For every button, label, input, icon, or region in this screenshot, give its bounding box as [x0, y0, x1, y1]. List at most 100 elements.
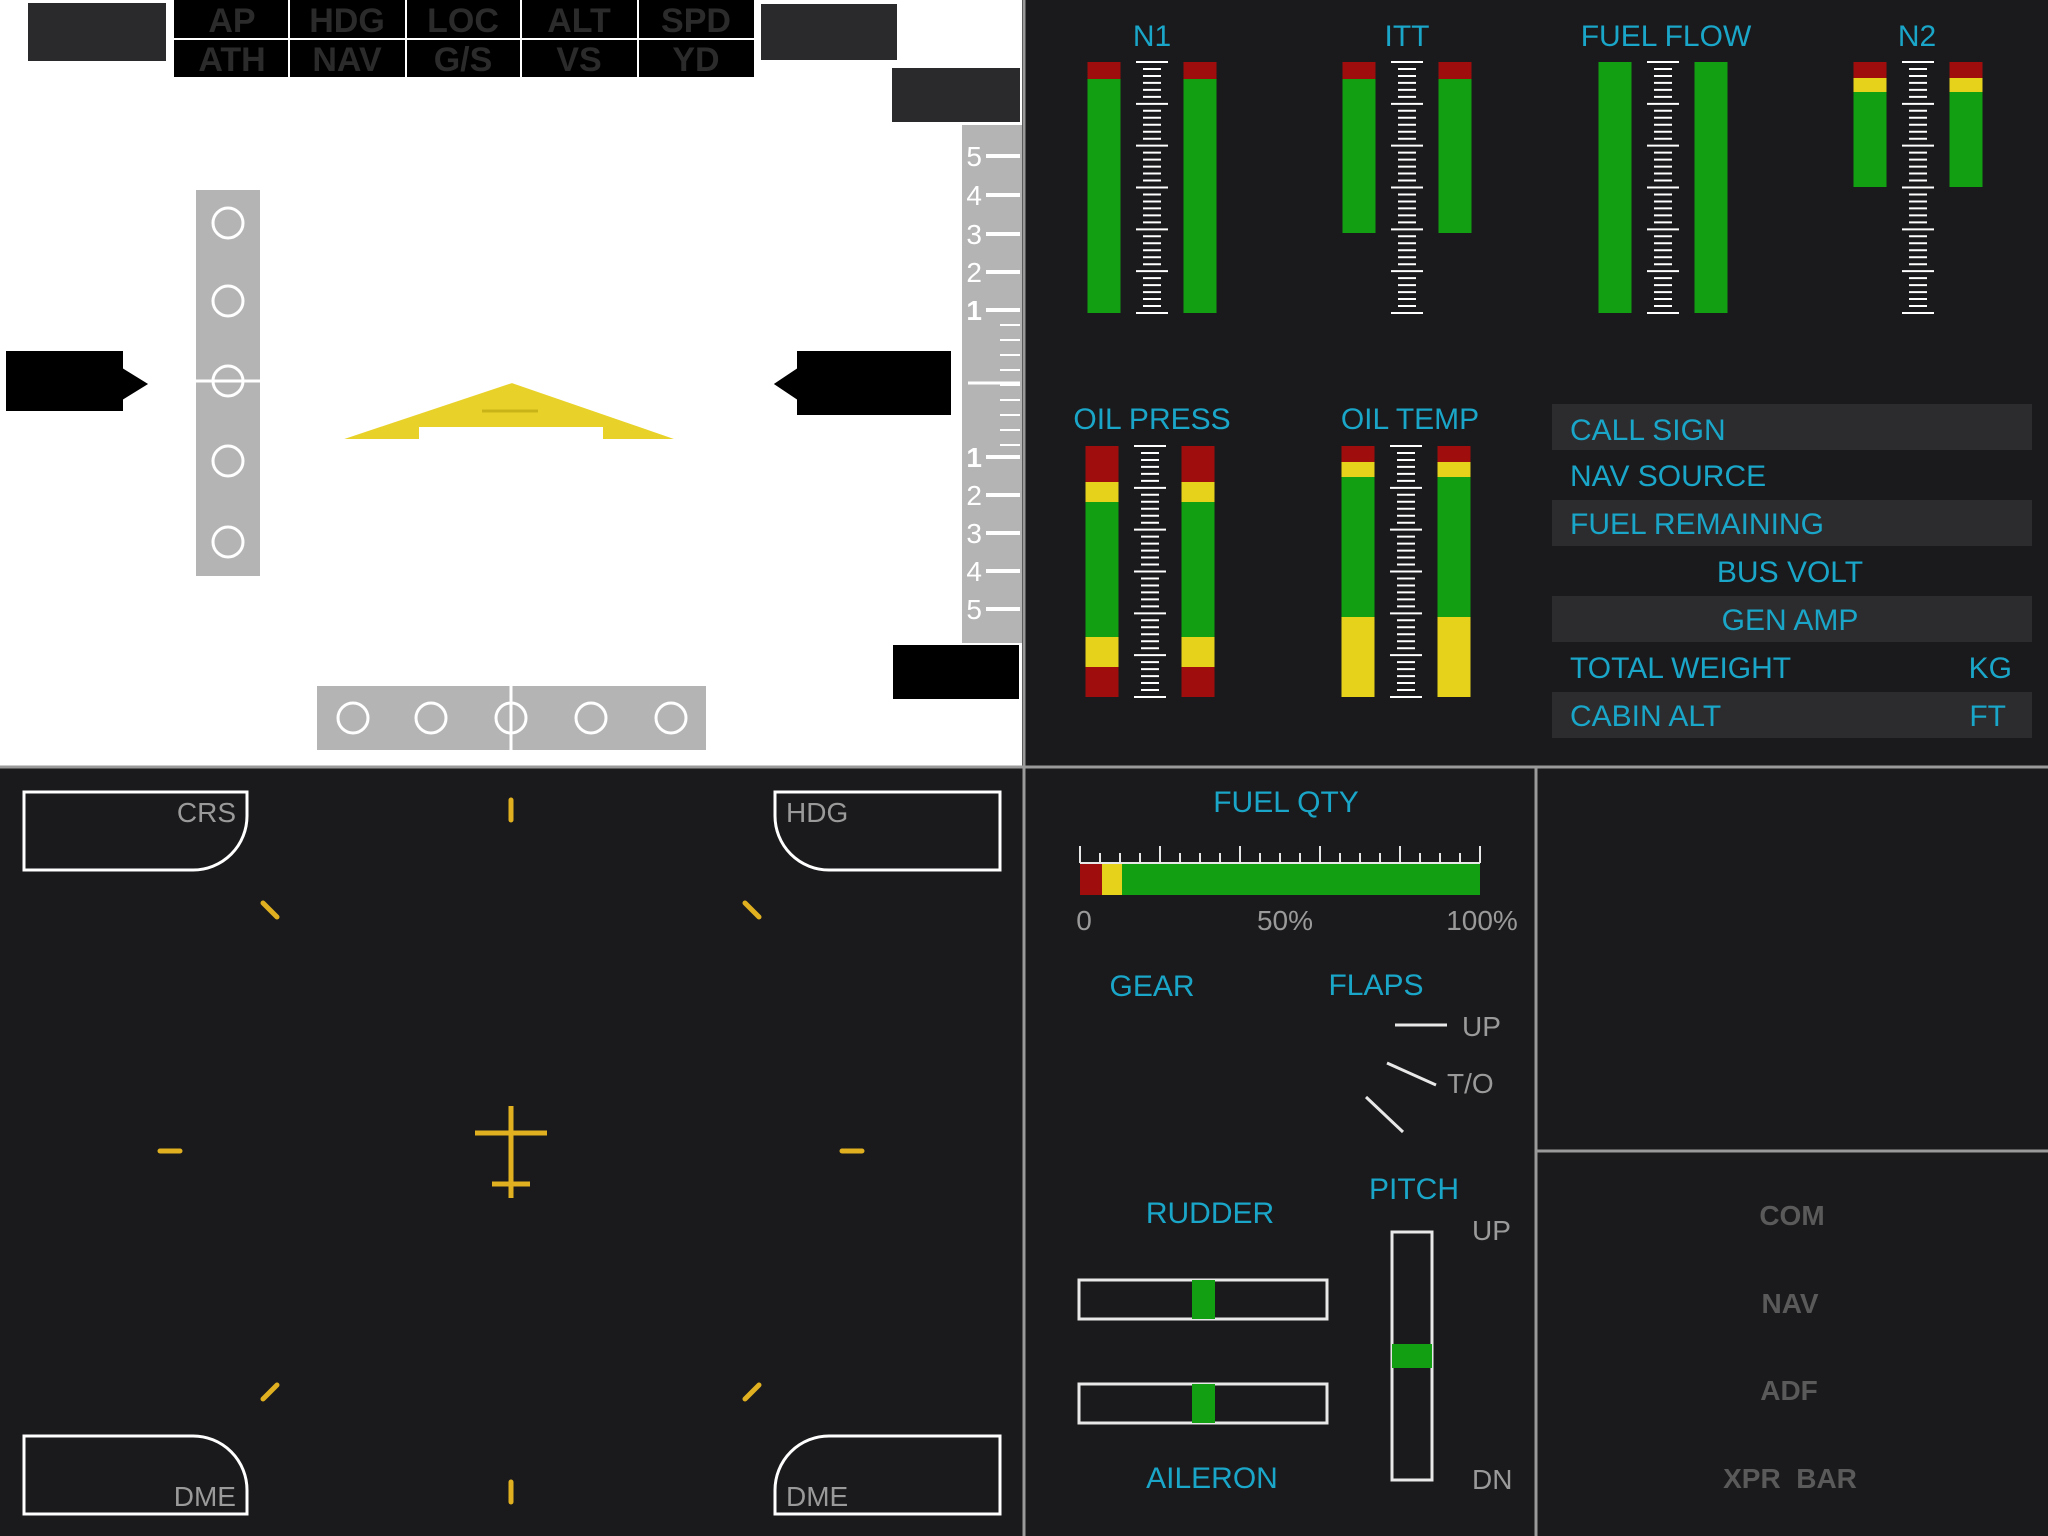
gauge-bar-green-right [1694, 62, 1728, 313]
gauge-bar-green-right [1437, 477, 1471, 617]
gauge-bar-green-right [1183, 79, 1217, 313]
glideslope-scale [196, 190, 260, 576]
gauge-n1-label: N1 [1133, 20, 1171, 53]
gauge-n2: N2 [1853, 20, 1983, 314]
vsi-readout-box [891, 643, 1021, 701]
gauge-bar-green-right [1438, 79, 1472, 233]
gauge-itt-label: ITT [1385, 20, 1430, 53]
info-bus-volt: BUS VOLT [1717, 556, 1863, 589]
gauge-bar-yellow-right [1949, 78, 1983, 92]
systems-panel: FUEL QTY 0 50% 100% GEAR FLAPS UP T/O RU… [1076, 786, 1518, 1495]
hsi-panel: CRS HDG DME DME [22, 790, 1002, 1516]
annun-alt: ALT [547, 2, 611, 40]
gauge-fuel-flow-label: FUEL FLOW [1581, 20, 1752, 53]
gauge-bar-yellow-left [1085, 637, 1119, 667]
vsi-label: 3 [966, 219, 982, 250]
annun-loc: LOC [427, 2, 499, 40]
pfd-panel: AP HDG LOC ALT SPD ATH NAV G/S VS YD 543… [0, 0, 1022, 766]
radio-panel: COM NAV ADF XPR BAR [1723, 1200, 1857, 1494]
vertical-speed-scale: 5 4 3 2 1 1 2 3 4 5 [962, 125, 1022, 643]
info-cabin-alt-unit: FT [1969, 700, 2006, 733]
pitch-dn-label: DN [1472, 1464, 1512, 1495]
vsi-label: 1 [966, 295, 982, 326]
gauge-bar-yellow-left [1341, 462, 1375, 477]
rudder-trim-indicator [1077, 1278, 1329, 1321]
info-fuel-remaining: FUEL REMAINING [1570, 508, 1824, 541]
gauge-bar-red-left [1085, 446, 1119, 482]
gauge-bar-yellow-left [1341, 617, 1375, 697]
gauge-bar-yellow-right [1181, 637, 1215, 667]
cockpit-display: AP HDG LOC ALT SPD ATH NAV G/S VS YD 5 4… [0, 0, 2048, 1536]
radio-com[interactable]: COM [1759, 1200, 1824, 1231]
pitch-trim-indicator [1390, 1230, 1434, 1482]
vsi-label: 4 [966, 180, 982, 211]
gauge-bar-yellow-left [1085, 482, 1119, 502]
gauge-bar-red-right [1437, 446, 1471, 462]
annun-ath: ATH [198, 41, 265, 79]
fuel-qty-tick-0: 0 [1076, 905, 1092, 936]
gauge-bar-yellow-right [1437, 462, 1471, 477]
annun-spd: SPD [661, 2, 731, 40]
hdg-label: HDG [786, 797, 848, 828]
gauge-bar-green-right [1949, 92, 1983, 187]
flaps-to-label: T/O [1447, 1068, 1494, 1099]
fuel-qty-tick-100: 100% [1446, 905, 1518, 936]
gauge-oil-press-label: OIL PRESS [1073, 403, 1230, 436]
vsi-label: 4 [966, 556, 982, 587]
fuel-qty-tick-50: 50% [1257, 905, 1313, 936]
gauge-bar-red-left [1342, 62, 1376, 79]
vsi-label: 5 [966, 594, 982, 625]
gauge-bar-red-left [1341, 446, 1375, 462]
fuel-zone-yellow [1102, 863, 1122, 895]
vsi-label: 3 [966, 518, 982, 549]
gauge-bar-yellow-right [1437, 617, 1471, 697]
radio-adf[interactable]: ADF [1760, 1375, 1818, 1406]
radio-nav[interactable]: NAV [1761, 1288, 1818, 1319]
gauge-fuel-flow: FUEL FLOW [1581, 20, 1752, 314]
pitch-up-label: UP [1472, 1215, 1511, 1246]
fuel-qty-bar [1079, 846, 1481, 895]
hsi-aircraft-icon [475, 1106, 547, 1198]
gauge-bar-yellow-left [1853, 78, 1887, 92]
annun-vs: VS [556, 41, 601, 79]
aileron-trim-indicator [1077, 1382, 1329, 1425]
vsi-label: 5 [966, 141, 982, 172]
gauge-bar-red-left [1853, 62, 1887, 78]
vsi-label: 1 [966, 442, 982, 473]
gauge-oil-press: OIL PRESS [1073, 403, 1231, 698]
vsi-label: 2 [966, 257, 982, 288]
flaps-label: FLAPS [1328, 969, 1423, 1002]
gauge-itt: ITT [1342, 20, 1472, 314]
gauge-bar-red-right [1181, 667, 1215, 697]
engine-panel: N1 ITT FUEL FLOW N2 OIL PRESS OIL TEMP C… [1073, 20, 2032, 738]
gauge-oil-temp: OIL TEMP [1341, 403, 1479, 698]
fuel-zone-red [1080, 863, 1102, 895]
altitude-target-box [759, 2, 899, 62]
annun-nav: NAV [312, 41, 382, 79]
gauge-bar-red-right [1438, 62, 1472, 79]
gauge-bar-green-left [1087, 79, 1121, 313]
info-total-weight-unit: KG [1969, 652, 2012, 685]
gauge-bar-green-left [1085, 502, 1119, 637]
info-table: CALL SIGN NAV SOURCE FUEL REMAINING BUS … [1552, 404, 2032, 738]
gauge-bar-green-left [1598, 62, 1632, 313]
gauge-bar-green-left [1342, 79, 1376, 233]
annun-ap: AP [208, 2, 255, 40]
annun-hdg: HDG [309, 2, 385, 40]
dme-left-label: DME [174, 1481, 236, 1512]
vsi-label: 2 [966, 480, 982, 511]
info-total-weight: TOTAL WEIGHT [1570, 652, 1791, 685]
radio-xpr-bar[interactable]: XPR BAR [1723, 1463, 1857, 1494]
gauge-bar-red-right [1181, 446, 1215, 482]
crs-label: CRS [177, 797, 236, 828]
fuel-qty-label: FUEL QTY [1213, 786, 1359, 819]
gauge-bar-red-right [1183, 62, 1217, 79]
gauge-oil-temp-label: OIL TEMP [1341, 403, 1479, 436]
gauge-bar-red-left [1087, 62, 1121, 79]
flaps-indicator [1364, 1023, 1447, 1134]
gauge-bar-red-left [1085, 667, 1119, 697]
annun-yd: YD [672, 41, 719, 79]
cockpit-svg: AP HDG LOC ALT SPD ATH NAV G/S VS YD 543… [0, 0, 2048, 1536]
info-call-sign: CALL SIGN [1570, 414, 1726, 447]
localizer-scale [317, 686, 706, 750]
